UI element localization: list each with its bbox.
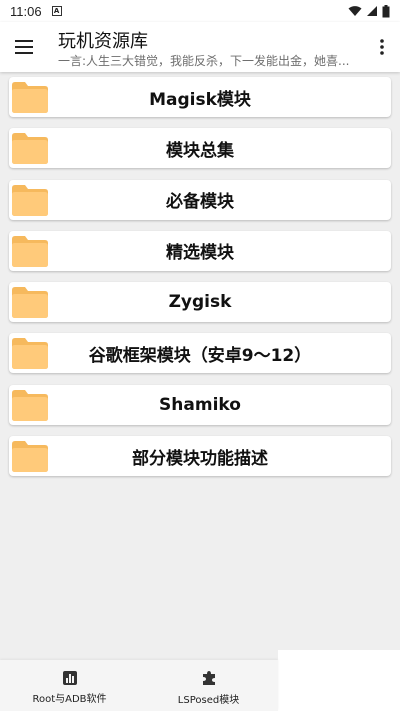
folder-icon bbox=[12, 287, 48, 319]
folder-icon bbox=[12, 389, 48, 421]
list-item-label: 部分模块功能描述 bbox=[132, 448, 268, 469]
bottom-navigation: Root与ADB软件 LSPosed模块 bbox=[0, 660, 278, 711]
list-item-7[interactable]: 部分模块功能描述 bbox=[9, 436, 391, 477]
puzzle-icon bbox=[202, 670, 215, 685]
list-item-1[interactable]: 模块总集 bbox=[9, 128, 391, 169]
more-vert-icon bbox=[380, 39, 384, 55]
menu-button[interactable] bbox=[10, 34, 38, 60]
app-bar: 玩机资源库 一言:人生三大错觉，我能反杀，下一发能出金，她喜... bbox=[0, 22, 400, 72]
list-item-label: 必备模块 bbox=[166, 192, 234, 213]
folder-icon bbox=[12, 441, 48, 473]
battery-icon bbox=[382, 4, 390, 17]
list-item-3[interactable]: 精选模块 bbox=[9, 230, 391, 271]
list-item-label: Magisk模块 bbox=[149, 89, 251, 110]
status-bar: 11:06 A bbox=[0, 0, 400, 22]
chart-icon bbox=[62, 670, 77, 685]
folder-icon bbox=[12, 82, 48, 113]
folder-icon bbox=[12, 235, 48, 267]
nav-item-lsposed[interactable]: LSPosed模块 bbox=[139, 660, 278, 711]
wifi-icon bbox=[348, 6, 362, 16]
app-title: 玩机资源库 bbox=[58, 31, 148, 52]
list-item-6[interactable]: Shamiko bbox=[9, 384, 391, 425]
list-item-0[interactable]: Magisk模块 bbox=[9, 77, 391, 117]
nav-label-lsposed: LSPosed模块 bbox=[177, 694, 240, 706]
folder-icon bbox=[12, 133, 48, 165]
list-item-2[interactable]: 必备模块 bbox=[9, 179, 391, 220]
list-item-4[interactable]: Zygisk bbox=[9, 282, 391, 323]
status-time: 11:06 bbox=[10, 3, 42, 19]
notification-a-icon: A bbox=[51, 6, 62, 16]
category-list: Magisk模块 模块总集 必备模块 精选模块 Zygisk 谷歌框架模块（安卓… bbox=[9, 77, 391, 487]
list-item-label: 精选模块 bbox=[166, 243, 234, 264]
list-item-label: Zygisk bbox=[168, 292, 232, 313]
app-subtitle: 一言:人生三大错觉，我能反杀，下一发能出金，她喜... bbox=[58, 54, 350, 68]
list-item-5[interactable]: 谷歌框架模块（安卓9～12） bbox=[9, 333, 391, 374]
folder-icon bbox=[12, 338, 48, 370]
hamburger-menu-icon bbox=[15, 40, 33, 54]
folder-icon bbox=[12, 184, 48, 216]
nav-label-root-adb: Root与ADB软件 bbox=[32, 693, 107, 705]
more-options-button[interactable] bbox=[372, 34, 392, 60]
nav-item-root-adb[interactable]: Root与ADB软件 bbox=[0, 660, 139, 711]
list-item-label: Shamiko bbox=[159, 394, 241, 415]
list-item-label: 模块总集 bbox=[166, 140, 234, 161]
signal-icon bbox=[367, 6, 377, 16]
list-item-label: 谷歌框架模块（安卓9～12） bbox=[88, 345, 312, 366]
bottom-right-blank bbox=[278, 650, 400, 711]
